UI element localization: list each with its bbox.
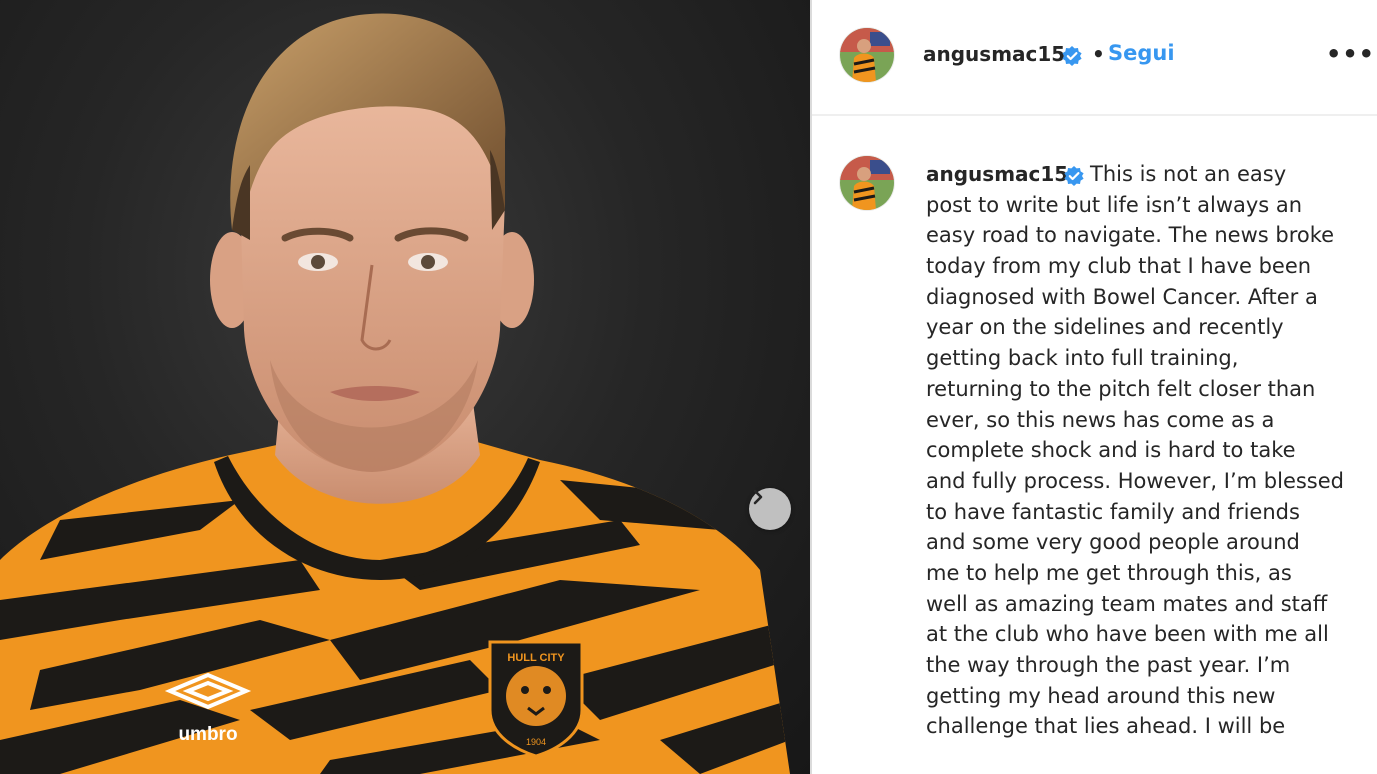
scroll-fade (812, 752, 1377, 774)
post-image[interactable]: umbro HULL CITY 1904 (0, 0, 810, 774)
follow-button[interactable]: Segui (1108, 41, 1175, 65)
umbro-wordmark: umbro (178, 724, 237, 745)
caption-line: challenge that lies ahead. I will be (926, 714, 1286, 739)
caption-line: getting my head around this new (926, 683, 1276, 708)
separator-dot: • (1092, 42, 1105, 66)
caption-line: easy road to navigate. The news broke (926, 223, 1335, 248)
caption-line: to have fantastic family and friends (926, 499, 1300, 524)
post-header: angusmac15 • Segui ••• (812, 0, 1377, 116)
face (240, 100, 505, 472)
crest-year: 1904 (526, 737, 546, 747)
caption-line: This is not an easy (1090, 162, 1287, 186)
avatar[interactable] (840, 156, 894, 210)
caption-line: getting back into full training, (926, 346, 1239, 371)
caption-line: year on the sidelines and recently (926, 315, 1284, 340)
avatar-image (840, 28, 894, 82)
more-options-icon[interactable]: ••• (1326, 40, 1375, 68)
verified-badge-icon (1062, 46, 1082, 66)
caption-line: and some very good people around (926, 530, 1300, 555)
player-photo: umbro HULL CITY 1904 (0, 13, 790, 774)
caption-line: me to help me get through this, as (926, 560, 1292, 585)
post-panel: angusmac15 • Segui ••• angusmac15 This i… (812, 0, 1377, 774)
caption-line: returning to the pitch felt closer than (926, 376, 1316, 401)
username[interactable]: angusmac15 (923, 42, 1065, 66)
caption-line: complete shock and is hard to take (926, 438, 1296, 463)
avatar-image (840, 156, 894, 210)
caption-line: well as amazing team mates and staff (926, 591, 1328, 616)
caption-line: at the club who have been with me all (926, 622, 1329, 647)
caption-line: ever, so this news has come as a (926, 407, 1275, 432)
caption-line: post to write but life isn’t always an (926, 192, 1303, 217)
chevron-right-icon (753, 489, 763, 505)
crest-text: HULL CITY (507, 652, 565, 664)
caption-line: and fully process. However, I’m blessed (926, 468, 1344, 493)
caption-line: the way through the past year. I’m (926, 653, 1291, 677)
avatar[interactable] (840, 28, 894, 82)
caption-line: today from my club that I have been (926, 254, 1312, 279)
caption-text: This is not an easy post to write but li… (926, 159, 1356, 742)
caption-line: diagnosed with Bowel Cancer. After a (926, 284, 1318, 309)
next-image-button[interactable] (749, 488, 791, 530)
